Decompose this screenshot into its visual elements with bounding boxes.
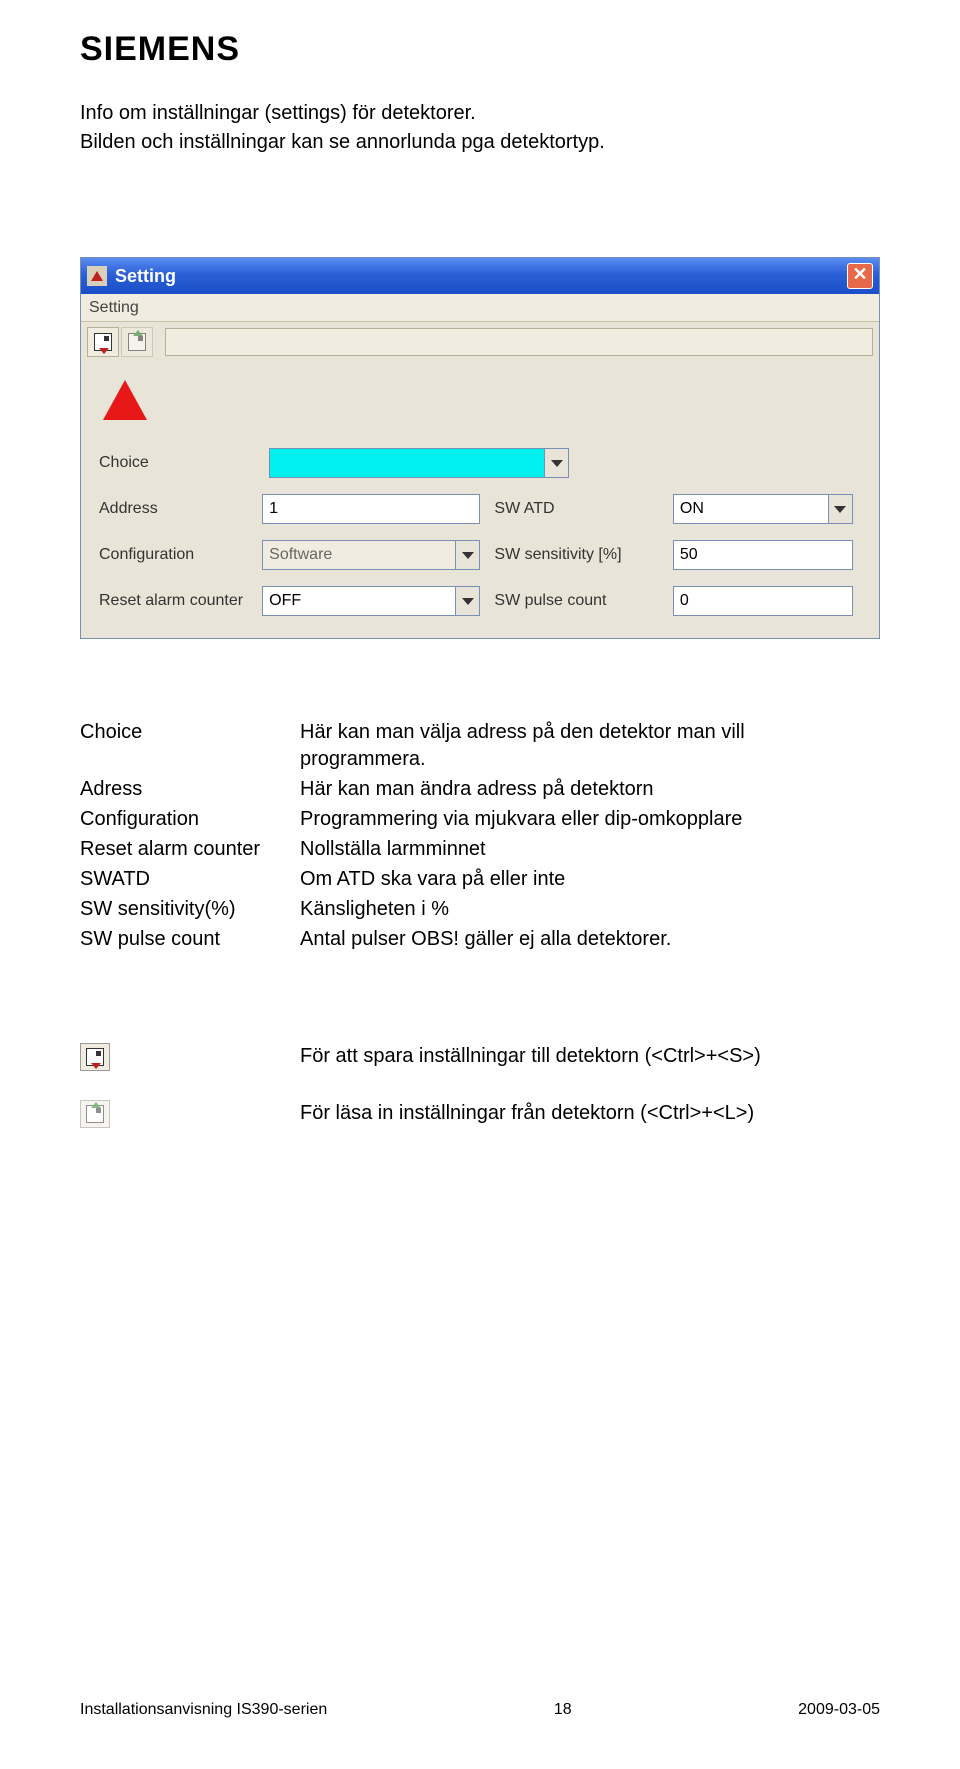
window-title: Setting xyxy=(115,266,176,287)
intro-line-2: Bilden och inställningar kan se annorlun… xyxy=(80,128,880,157)
chevron-down-icon[interactable] xyxy=(828,495,852,523)
label-sw-atd: SW ATD xyxy=(494,500,673,518)
footer-page-number: 18 xyxy=(554,1701,572,1719)
save-note: För att spara inställningar till detekto… xyxy=(300,1043,761,1070)
save-to-detector-icon xyxy=(80,1043,110,1071)
settings-window: Setting ✕ Setting Choice xyxy=(80,257,880,639)
save-to-detector-icon[interactable] xyxy=(87,327,119,357)
def-desc-choice-2: programmera. xyxy=(300,746,880,773)
def-desc-configuration: Programmering via mjukvara eller dip-omk… xyxy=(300,806,880,833)
def-desc-reset: Nollställa larmminnet xyxy=(300,836,880,863)
chevron-down-icon xyxy=(455,541,479,569)
titlebar: Setting ✕ xyxy=(81,258,879,294)
load-note: För läsa in inställningar från detektorn… xyxy=(300,1100,754,1127)
def-desc-swsens: Känsligheten i % xyxy=(300,896,880,923)
configuration-select: Software xyxy=(262,540,480,570)
menu-setting[interactable]: Setting xyxy=(89,299,139,316)
def-desc-adress: Här kan man ändra adress på detektorn xyxy=(300,776,880,803)
label-configuration: Configuration xyxy=(99,546,262,564)
def-desc-swatd: Om ATD ska vara på eller inte xyxy=(300,866,880,893)
configuration-value: Software xyxy=(269,546,332,563)
sw-sensitivity-field[interactable]: 50 xyxy=(673,540,853,570)
toolbar xyxy=(81,322,879,362)
toolbar-field xyxy=(165,328,873,356)
intro-line-1: Info om inställningar (settings) för det… xyxy=(80,99,880,128)
brand-logo: SIEMENS xyxy=(80,30,880,69)
sw-pulse-field[interactable]: 0 xyxy=(673,586,853,616)
def-term-swatd: SWATD xyxy=(80,866,300,893)
reset-alarm-select[interactable]: OFF xyxy=(262,586,480,616)
def-term-swpulse: SW pulse count xyxy=(80,926,300,953)
chevron-down-icon[interactable] xyxy=(455,587,479,615)
chevron-down-icon[interactable] xyxy=(544,449,568,477)
window-app-icon xyxy=(87,266,107,286)
footer-date: 2009-03-05 xyxy=(798,1701,880,1719)
label-sw-sensitivity: SW sensitivity [%] xyxy=(494,546,673,564)
page-footer: Installationsanvisning IS390-serien 18 2… xyxy=(80,1701,880,1719)
def-term-reset: Reset alarm counter xyxy=(80,836,300,863)
label-reset-alarm: Reset alarm counter xyxy=(99,592,262,610)
def-term-configuration: Configuration xyxy=(80,806,300,833)
sw-atd-select[interactable]: ON xyxy=(673,494,853,524)
def-term-adress: Adress xyxy=(80,776,300,803)
detector-triangle-icon xyxy=(103,380,147,420)
label-choice: Choice xyxy=(99,454,269,472)
menubar: Setting xyxy=(81,294,879,322)
reset-alarm-value: OFF xyxy=(269,592,301,609)
address-field[interactable]: 1 xyxy=(262,494,480,524)
def-desc-swpulse: Antal pulser OBS! gäller ej alla detekto… xyxy=(300,926,880,953)
def-term-choice: Choice xyxy=(80,719,300,773)
footer-left: Installationsanvisning IS390-serien xyxy=(80,1701,327,1719)
label-address: Address xyxy=(99,500,262,518)
choice-select[interactable] xyxy=(269,448,569,478)
load-from-detector-icon[interactable] xyxy=(121,327,153,357)
load-from-detector-icon xyxy=(80,1100,110,1128)
label-sw-pulse: SW pulse count xyxy=(494,592,673,610)
def-desc-choice-1: Här kan man välja adress på den detektor… xyxy=(300,719,880,746)
close-icon[interactable]: ✕ xyxy=(847,263,873,289)
def-term-swsens: SW sensitivity(%) xyxy=(80,896,300,923)
sw-atd-value: ON xyxy=(680,500,704,517)
